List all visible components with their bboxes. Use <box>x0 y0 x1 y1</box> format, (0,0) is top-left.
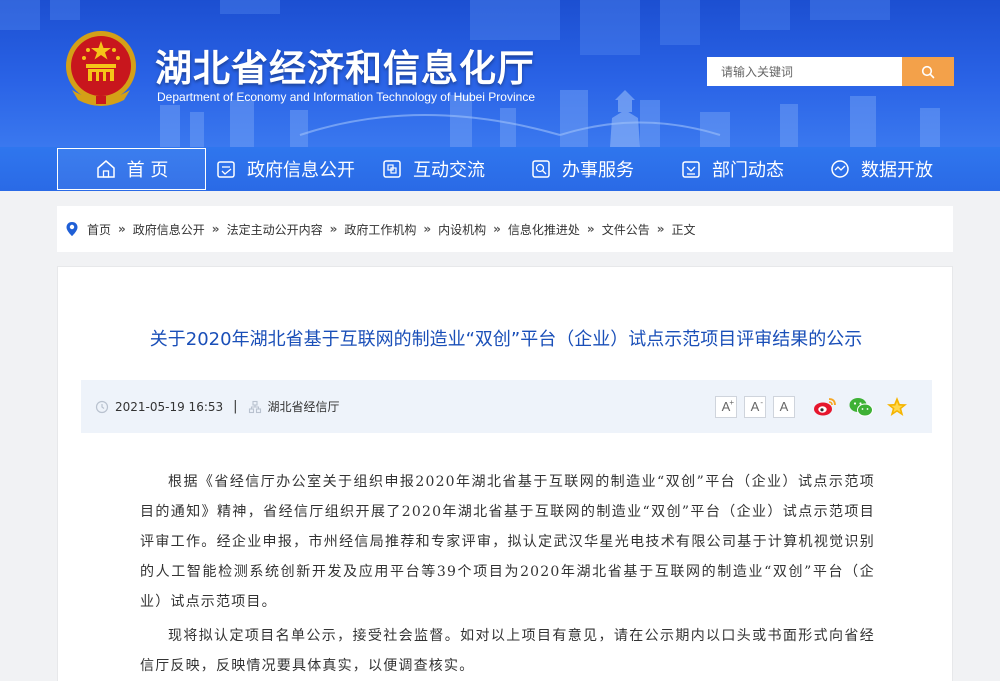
breadcrumb-item-it-office[interactable]: 信息化推进处 <box>508 221 580 238</box>
article-body: 根据《省经信厅办公室关于组织申报2020年湖北省基于互联网的制造业“双创”平台（… <box>140 467 875 681</box>
font-button-label: A <box>750 399 760 414</box>
breadcrumb-separator: » <box>493 222 501 236</box>
article-title: 关于2020年湖北省基于互联网的制造业“双创”平台（企业）试点示范项目评审结果的… <box>149 329 863 350</box>
breadcrumb-separator: » <box>211 222 220 236</box>
breadcrumb-separator: » <box>656 222 665 236</box>
home-icon <box>95 158 117 180</box>
article-meta-info: 2021-05-19 16:53 | 湖北省经信厅 <box>95 380 340 433</box>
article-source: 湖北省经信厅 <box>267 400 340 414</box>
nav-item-services[interactable]: 办事服务 <box>530 147 634 191</box>
clock-icon <box>95 400 109 414</box>
national-emblem-logo <box>66 31 136 106</box>
breadcrumb-item-home[interactable]: 首页 <box>87 221 111 238</box>
weibo-icon[interactable] <box>812 395 838 419</box>
meta-divider: | <box>233 399 238 414</box>
main-nav: 首 页 政府信息公开 互动交流 办事服务 部门动态 数据开放 <box>0 147 1000 191</box>
search-box <box>707 57 954 86</box>
breadcrumb-item-statutory[interactable]: 法定主动公开内容 <box>227 221 323 238</box>
site-header: 湖北省经济和信息化厅 Department of Economy and Inf… <box>0 0 1000 147</box>
nav-label: 部门动态 <box>712 160 784 181</box>
breadcrumb-item-announcements[interactable]: 文件公告 <box>602 221 650 238</box>
search-button[interactable] <box>902 57 954 86</box>
nav-item-dept-news[interactable]: 部门动态 <box>680 147 784 191</box>
nav-label: 首 页 <box>126 160 169 181</box>
breadcrumb: 首页 » 政府信息公开 » 法定主动公开内容 » 政府工作机构 » 内设机构 »… <box>57 206 953 252</box>
breadcrumb-separator: » <box>586 222 595 236</box>
site-subtitle: Department of Economy and Information Te… <box>157 90 535 104</box>
search-icon <box>921 65 935 78</box>
nav-label: 数据开放 <box>861 160 933 181</box>
site-title: 湖北省经济和信息化厅 <box>155 47 535 90</box>
breadcrumb-item-agencies[interactable]: 政府工作机构 <box>344 221 416 238</box>
location-pin-icon <box>65 221 79 237</box>
nav-label: 办事服务 <box>562 160 634 181</box>
breadcrumb-item-gov-info[interactable]: 政府信息公开 <box>133 221 205 238</box>
font-size-decrease-button[interactable]: A- <box>744 395 766 418</box>
wechat-icon[interactable] <box>848 395 874 419</box>
document-icon <box>215 158 237 180</box>
favorite-star-icon[interactable] <box>884 395 910 419</box>
breadcrumb-item-internal[interactable]: 内设机构 <box>438 221 486 238</box>
breadcrumb-separator: » <box>423 222 432 236</box>
breadcrumb-item-current: 正文 <box>671 222 696 237</box>
nav-label: 政府信息公开 <box>247 160 355 181</box>
nav-item-home[interactable]: 首 页 <box>57 148 206 190</box>
source-icon <box>248 400 262 414</box>
interaction-icon <box>381 158 403 180</box>
publish-date: 2021-05-19 16:53 <box>115 399 224 414</box>
article-paragraph: 根据《省经信厅办公室关于组织申报2020年湖北省基于互联网的制造业“双创”平台（… <box>140 474 875 610</box>
nav-item-open-data[interactable]: 数据开放 <box>829 147 933 191</box>
data-icon <box>829 158 851 180</box>
news-icon <box>680 158 702 180</box>
breadcrumb-separator: » <box>329 222 338 236</box>
nav-item-interaction[interactable]: 互动交流 <box>381 147 485 191</box>
article-meta-bar: 2021-05-19 16:53 | 湖北省经信厅 A + A- A <box>81 380 932 433</box>
article-container: 关于2020年湖北省基于互联网的制造业“双创”平台（企业）试点示范项目评审结果的… <box>57 266 953 681</box>
font-size-reset-button[interactable]: A <box>773 395 795 418</box>
nav-item-gov-info[interactable]: 政府信息公开 <box>215 147 355 191</box>
service-search-icon <box>530 158 552 180</box>
nav-label: 互动交流 <box>413 160 485 181</box>
search-input[interactable] <box>707 57 902 86</box>
breadcrumb-separator: » <box>118 222 126 236</box>
article-tools: A + A- A <box>715 380 910 433</box>
font-size-increase-button[interactable]: A + <box>715 395 737 418</box>
article-paragraph: 现将拟认定项目名单公示，接受社会监督。如对以上项目有意见，请在公示期内以口头或书… <box>140 628 875 674</box>
font-button-label: A <box>779 399 789 414</box>
